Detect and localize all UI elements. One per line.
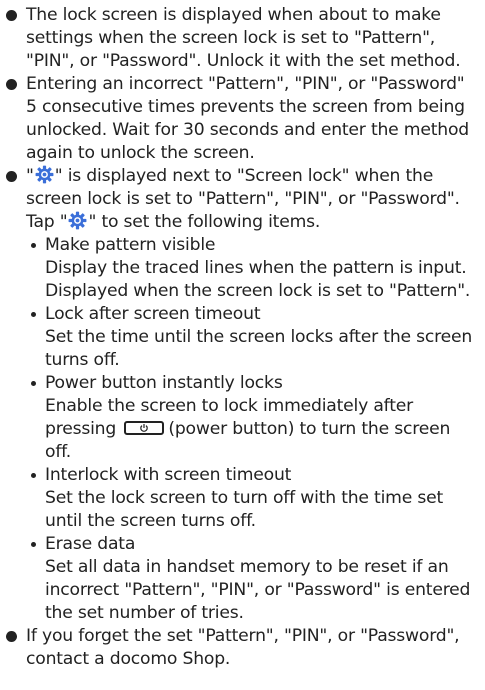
sub-item-desc: Set all data in handset memory to be res… (45, 557, 471, 623)
sub-bullet-dot (31, 542, 36, 547)
settings-gear-icon (68, 211, 87, 230)
sub-bullet-dot (31, 381, 36, 386)
bullet-incorrect-entries: Entering an incorrect "Pattern", "PIN", … (5, 73, 477, 165)
bullet-text: Entering an incorrect "Pattern", "PIN", … (26, 74, 469, 163)
bullet-text: If you forget the set "Pattern", "PIN", … (26, 626, 460, 669)
power-button-icon (124, 421, 165, 435)
sub-bullet-dot (31, 473, 36, 478)
sub-bullet-dot (31, 312, 36, 317)
sub-bullet-dot (31, 243, 36, 248)
sub-item-power-button-locks: Power button instantly locks Enable the … (29, 372, 477, 464)
sub-item-title: Interlock with screen timeout (45, 465, 292, 485)
settings-gear-icon (35, 165, 54, 184)
bullet-dot (6, 171, 17, 182)
bullet-dot (6, 10, 17, 21)
sub-item-desc: Display the traced lines when the patter… (45, 258, 471, 301)
sub-item-lock-after-timeout: Lock after screen timeout Set the time u… (29, 303, 477, 372)
bullet-lock-screen-displayed: The lock screen is displayed when about … (5, 4, 477, 73)
sub-item-title: Erase data (45, 534, 136, 554)
bullet-text: The lock screen is displayed when about … (26, 5, 461, 71)
sub-item-title: Make pattern visible (45, 235, 216, 255)
bullet-forgot-pattern: If you forget the set "Pattern", "PIN", … (5, 625, 477, 671)
sub-item-erase-data: Erase data Set all data in handset memor… (29, 533, 477, 625)
bullet-dot (6, 631, 17, 642)
sub-item-desc: Set the lock screen to turn off with the… (45, 488, 444, 531)
sub-item-interlock-timeout: Interlock with screen timeout Set the lo… (29, 464, 477, 533)
sub-item-title: Lock after screen timeout (45, 304, 261, 324)
sub-item-make-pattern-visible: Make pattern visible Display the traced … (29, 234, 477, 303)
bullet-dot (6, 79, 17, 90)
sub-item-desc: Set the time until the screen locks afte… (45, 327, 473, 370)
sub-item-title: Power button instantly locks (45, 373, 283, 393)
document-page: The lock screen is displayed when about … (0, 0, 485, 690)
sub-item-desc: Enable the screen to lock immediately af… (45, 396, 451, 462)
bullet-settings-gear: " " is displayed next to "Screen lock" wh… (5, 165, 477, 625)
bullet-text: " " is displayed next to "Screen lock" wh… (26, 165, 460, 232)
